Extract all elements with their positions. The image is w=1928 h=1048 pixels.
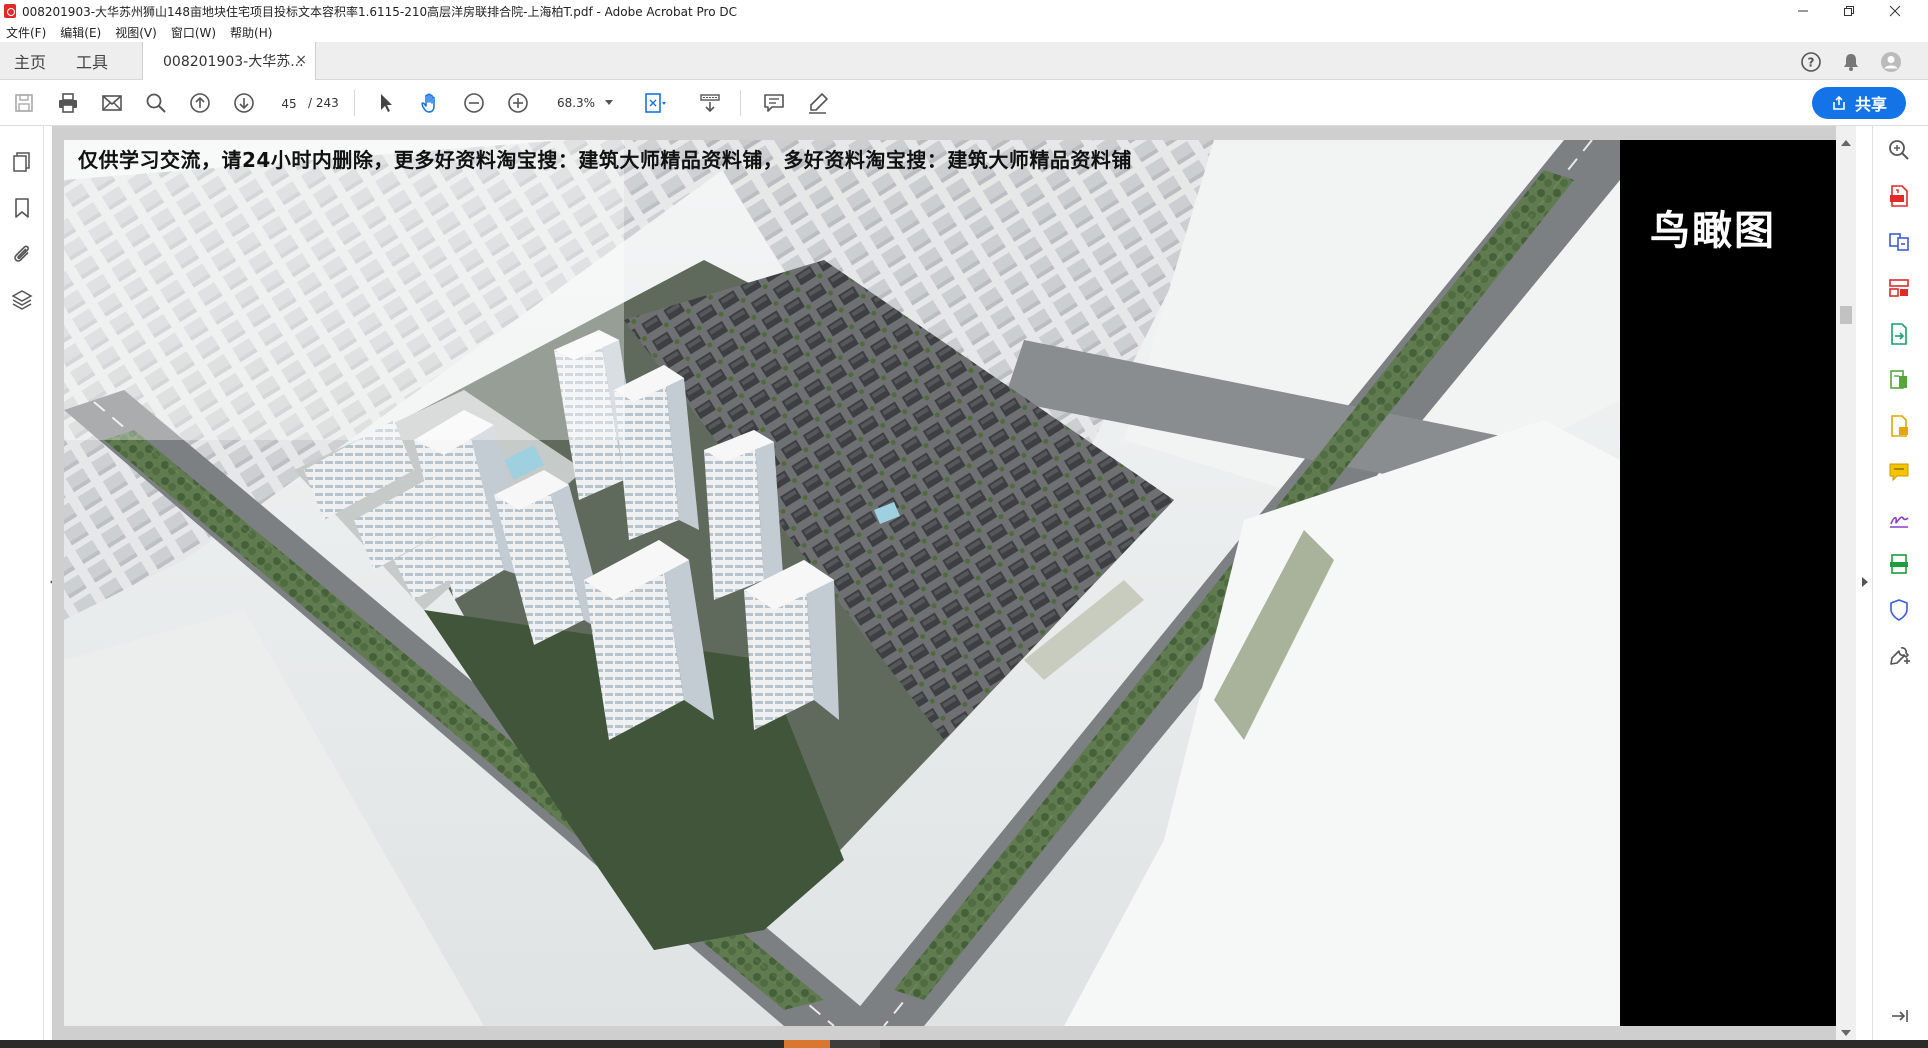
close-window-button[interactable] <box>1872 0 1918 22</box>
hand-tool-button[interactable] <box>418 91 442 115</box>
aerial-view-rendering <box>64 140 1620 1026</box>
window-title: 008201903-大华苏州狮山148亩地块住宅项目投标文本容积率1.6115-… <box>22 4 737 19</box>
tab-document[interactable]: 008201903-大华苏... × <box>142 42 316 80</box>
main-toolbar: 45 / 243 68.3% <box>0 80 1928 126</box>
menu-edit[interactable]: 编辑(E) <box>60 24 101 41</box>
scroll-mode-button[interactable] <box>698 91 722 115</box>
tab-document-label: 008201903-大华苏... <box>163 54 304 70</box>
page-heading: 鸟瞰图 <box>1650 208 1776 254</box>
share-upload-icon <box>1833 95 1845 110</box>
email-button[interactable] <box>100 91 124 115</box>
minimize-icon <box>1798 10 1808 12</box>
menu-file[interactable]: 文件(F) <box>6 24 46 41</box>
tab-tools[interactable]: 工具 <box>76 42 108 80</box>
organize-pages-icon[interactable] <box>1887 276 1911 300</box>
menu-view[interactable]: 视图(V) <box>115 24 157 41</box>
next-page-button[interactable] <box>232 91 256 115</box>
zoom-in-icon <box>508 93 528 113</box>
scroll-down-arrow-icon[interactable] <box>1841 1030 1851 1036</box>
search-zoom-icon[interactable] <box>1887 138 1911 162</box>
collapse-right-pane-arrow-icon[interactable] <box>1862 577 1868 587</box>
page-number-input[interactable]: 45 <box>274 92 304 114</box>
page-thumbnails-icon[interactable] <box>10 150 34 174</box>
toolbar-divider <box>354 90 355 116</box>
search-icon <box>146 93 166 113</box>
bookmark-icon[interactable] <box>10 196 34 220</box>
search-button[interactable] <box>144 91 168 115</box>
menu-help[interactable]: 帮助(H) <box>230 24 272 41</box>
zoom-out-icon <box>464 93 484 113</box>
help-icon[interactable]: ? <box>1800 51 1822 73</box>
share-button[interactable]: 共享 <box>1812 87 1906 119</box>
comment-tool-icon[interactable] <box>1887 460 1911 484</box>
create-pdf-icon[interactable] <box>1887 184 1911 208</box>
scroll-mode-icon <box>700 94 720 113</box>
page-fit-icon <box>645 93 666 113</box>
zoom-dropdown-chevron-icon[interactable] <box>604 100 614 106</box>
toolbar-divider <box>740 90 741 116</box>
save-icon <box>15 94 33 112</box>
document-viewer[interactable]: 鸟瞰图 仅供学习交流，请24小时内删除，更多好资料淘宝搜：建筑大师精品资料铺，多… <box>52 126 1836 1040</box>
page-display-button[interactable] <box>642 91 666 115</box>
right-tools-pane <box>1872 126 1928 1040</box>
close-icon <box>1889 5 1901 17</box>
arrow-down-circle-icon <box>234 93 254 113</box>
window-titlebar: 008201903-大华苏州狮山148亩地块住宅项目投标文本容积率1.6115-… <box>0 0 1928 22</box>
left-navigation-pane <box>0 126 44 1040</box>
restore-button[interactable] <box>1826 0 1872 22</box>
account-avatar-icon[interactable] <box>1880 51 1902 73</box>
export-pdf-icon[interactable] <box>1887 322 1911 346</box>
tab-home[interactable]: 主页 <box>14 42 46 80</box>
taskbar-app[interactable] <box>830 1040 880 1048</box>
comment-icon <box>764 94 784 112</box>
arrow-up-circle-icon <box>190 93 210 113</box>
cursor-arrow-icon <box>381 94 392 112</box>
zoom-level-select[interactable]: 68.3% <box>552 92 600 114</box>
previous-page-button[interactable] <box>188 91 212 115</box>
protect-shield-icon[interactable] <box>1887 598 1911 622</box>
vertical-scrollbar[interactable] <box>1836 126 1856 1040</box>
tab-bar: 主页 工具 008201903-大华苏... × ? <box>0 42 1928 80</box>
pdf-page: 鸟瞰图 仅供学习交流，请24小时内删除，更多好资料淘宝搜：建筑大师精品资料铺，多… <box>64 140 1836 1026</box>
page-total: / 243 <box>308 96 339 110</box>
request-signature-icon[interactable] <box>1887 506 1911 530</box>
highlight-button[interactable] <box>806 91 830 115</box>
menu-bar: 文件(F) 编辑(E) 视图(V) 窗口(W) 帮助(H) <box>0 22 1928 42</box>
print-button[interactable] <box>56 91 80 115</box>
select-tool-button[interactable] <box>374 91 398 115</box>
scan-ocr-icon[interactable] <box>1887 552 1911 576</box>
menu-window[interactable]: 窗口(W) <box>171 24 216 41</box>
share-label: 共享 <box>1854 95 1887 114</box>
close-tab-icon[interactable]: × <box>295 52 307 68</box>
pen-highlight-icon <box>809 93 828 114</box>
title-panel <box>1620 140 1836 1026</box>
save-button[interactable] <box>12 91 36 115</box>
taskbar-active-app[interactable] <box>784 1040 830 1048</box>
minimize-button[interactable] <box>1780 0 1826 22</box>
comment-button[interactable] <box>762 91 786 115</box>
attachment-paperclip-icon[interactable] <box>10 242 34 266</box>
notification-bell-icon[interactable] <box>1840 51 1862 73</box>
watermark-text: 仅供学习交流，请24小时内删除，更多好资料淘宝搜：建筑大师精品资料铺，多好资料淘… <box>78 148 1132 172</box>
scroll-up-arrow-icon[interactable] <box>1841 140 1851 146</box>
print-icon <box>59 93 77 113</box>
email-icon <box>102 95 122 111</box>
pdf-file-icon <box>4 4 16 18</box>
taskbar-strip <box>0 1040 1928 1048</box>
edit-pdf-icon[interactable] <box>1887 368 1911 392</box>
more-tools-wrench-icon[interactable] <box>1887 644 1911 668</box>
expand-panel-icon[interactable] <box>1887 1004 1911 1028</box>
restore-icon <box>1844 6 1854 16</box>
zoom-out-button[interactable] <box>462 91 486 115</box>
svg-text:?: ? <box>1808 56 1815 70</box>
fill-sign-icon[interactable] <box>1887 414 1911 438</box>
combine-files-icon[interactable] <box>1887 230 1911 254</box>
zoom-in-button[interactable] <box>506 91 530 115</box>
layers-icon[interactable] <box>10 288 34 312</box>
scrollbar-thumb[interactable] <box>1840 306 1852 324</box>
hand-icon <box>421 93 435 113</box>
